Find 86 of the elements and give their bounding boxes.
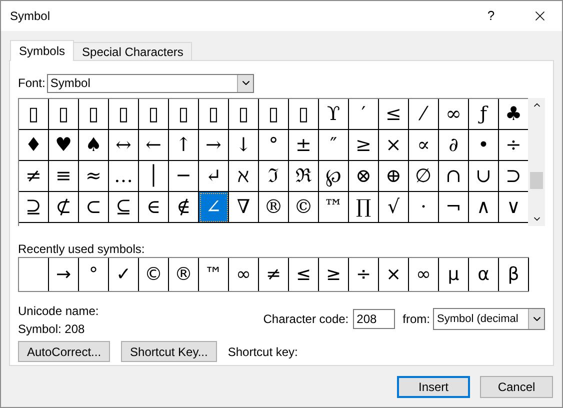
symbol-cell[interactable]: ≈	[79, 161, 109, 192]
tab[interactable]: Symbols	[10, 40, 74, 61]
unicode-name-value: Symbol: 208	[18, 321, 86, 338]
symbol-cell[interactable]: ƒ	[469, 99, 499, 130]
shortcut-key-label: Shortcut key:	[228, 344, 298, 360]
symbol-cell[interactable]: ℵ	[229, 161, 259, 192]
symbol-cell[interactable]: ⊕	[379, 161, 409, 192]
symbol-cell[interactable]: ≠	[19, 161, 49, 192]
symbol-cell[interactable]: ∏	[349, 192, 379, 223]
tab[interactable]: Special Characters	[74, 42, 192, 60]
symbol-cell[interactable]: ∂	[439, 130, 469, 161]
symbol-cell[interactable]: ↑	[169, 130, 199, 161]
symbol-cell[interactable]: ♠	[79, 130, 109, 161]
symbol-cell[interactable]: ≥	[349, 130, 379, 161]
help-button[interactable]: ?	[476, 3, 506, 29]
symbol-cell[interactable]: ▯	[199, 99, 229, 130]
symbol-cell[interactable]: ▯	[109, 99, 139, 130]
symbol-cell[interactable]: ⋅	[409, 192, 439, 223]
symbol-cell[interactable]: ▯	[79, 99, 109, 130]
symbol-cell[interactable]: ∅	[409, 161, 439, 192]
symbol-cell[interactable]: ▯	[289, 99, 319, 130]
symbol-cell[interactable]: ℑ	[259, 161, 289, 192]
symbol-cell[interactable]: ×	[379, 130, 409, 161]
symbol-cell[interactable]: ∉	[169, 192, 199, 223]
symbol-cell[interactable]: ♦	[19, 130, 49, 161]
symbol-cell[interactable]: ∧	[469, 192, 499, 223]
symbol-cell[interactable]: ▯	[19, 99, 49, 130]
symbol-cell[interactable]: ∠	[199, 192, 229, 223]
symbol-cell[interactable]: ℘	[319, 161, 349, 192]
symbol-cell[interactable]: ↵	[199, 161, 229, 192]
symbol-cell[interactable]: ─	[169, 161, 199, 192]
footer-button[interactable]: Cancel	[480, 376, 553, 398]
symbol-cell[interactable]: ↓	[229, 130, 259, 161]
symbol-cell[interactable]: ∞	[439, 99, 469, 130]
symbol-cell[interactable]: ↔	[109, 130, 139, 161]
font-label: Font:	[18, 75, 46, 92]
symbol-cell[interactable]: ∩	[439, 161, 469, 192]
symbol-cell[interactable]: ⁄	[409, 99, 439, 130]
footer-button[interactable]: Insert	[397, 376, 470, 398]
symbol-cell[interactable]: ▯	[49, 99, 79, 130]
unicode-name-label: Unicode name:	[18, 303, 100, 320]
symbol-cell[interactable]: →	[199, 130, 229, 161]
symbol-cell[interactable]: ℜ	[289, 161, 319, 192]
symbol-cell[interactable]: ®	[259, 192, 289, 223]
symbol-cell[interactable]: ⊇	[19, 192, 49, 223]
symbol-cell[interactable]: ▯	[169, 99, 199, 130]
dialog-button[interactable]: Shortcut Key...	[121, 341, 217, 362]
symbol-cell[interactable]: │	[139, 161, 169, 192]
character-code-label: Character code:	[263, 311, 349, 328]
symbol-cell[interactable]: °	[259, 130, 289, 161]
chevron-down-icon	[237, 74, 254, 92]
symbol-cell[interactable]: ∈	[139, 192, 169, 223]
symbol-cell[interactable]: ∇	[229, 192, 259, 223]
symbol-cell[interactable]: ⊗	[349, 161, 379, 192]
scrollbar[interactable]	[528, 98, 545, 226]
window-title: Symbol	[10, 8, 50, 25]
recent-symbols-label: Recently used symbols:	[18, 241, 146, 256]
symbol-cell[interactable]: ▯	[229, 99, 259, 130]
chevron-down-icon	[528, 309, 544, 329]
symbol-cell[interactable]: ≡	[49, 161, 79, 192]
symbol-cell[interactable]: ▯	[259, 99, 289, 130]
symbol-cell[interactable]: ™	[319, 192, 349, 223]
from-label: from:	[402, 311, 430, 328]
symbol-cell[interactable]: ′	[349, 99, 379, 130]
symbol-cell[interactable]: ±	[289, 130, 319, 161]
symbol-cell[interactable]: ≤	[379, 99, 409, 130]
font-dropdown[interactable]: Symbol	[47, 74, 254, 92]
symbol-cell[interactable]: ¬	[439, 192, 469, 223]
symbol-cell[interactable]: ⊄	[49, 192, 79, 223]
symbol-cell[interactable]: ∝	[409, 130, 439, 161]
symbol-cell[interactable]: •	[469, 130, 499, 161]
symbol-cell[interactable]: ∪	[469, 161, 499, 192]
from-dropdown[interactable]: Symbol (decimal	[433, 308, 545, 330]
symbol-cell[interactable]: ″	[319, 130, 349, 161]
scroll-thumb[interactable]	[530, 172, 544, 189]
symbol-cell[interactable]: …	[109, 161, 139, 192]
symbol-cell[interactable]: ♥	[49, 130, 79, 161]
character-code-field[interactable]: 208	[352, 309, 395, 329]
symbol-cell[interactable]: ϒ	[319, 99, 349, 130]
symbol-cell[interactable]: ▯	[139, 99, 169, 130]
symbol-cell[interactable]: ←	[139, 130, 169, 161]
symbol-cell[interactable]: ⊆	[109, 192, 139, 223]
symbol-cell[interactable]: √	[379, 192, 409, 223]
dialog-button[interactable]: AutoCorrect...	[18, 341, 110, 362]
symbol-cell[interactable]: ⊂	[79, 192, 109, 223]
symbol-cell[interactable]: ©	[289, 192, 319, 223]
